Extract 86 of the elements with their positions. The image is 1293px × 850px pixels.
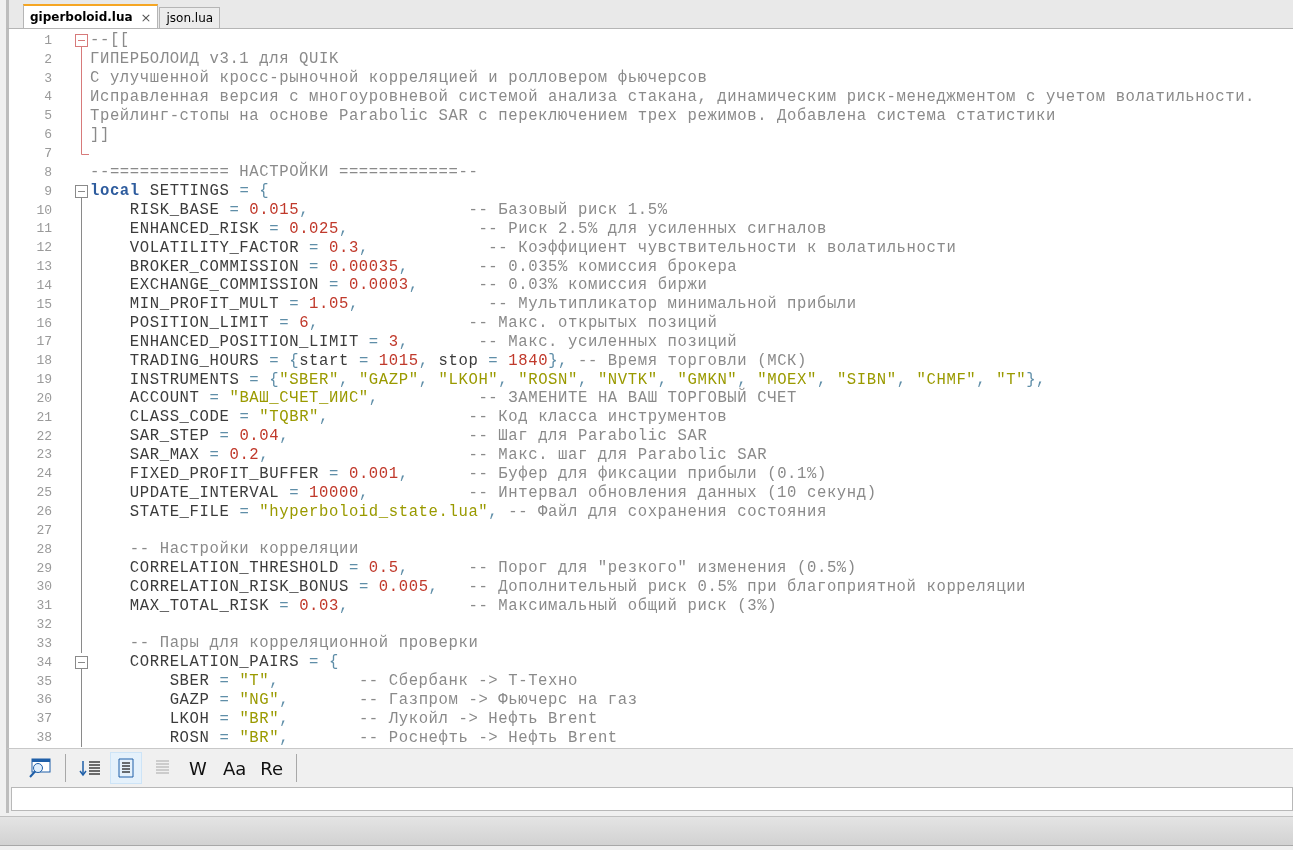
line-number: 29 (35, 560, 53, 576)
option-toggle[interactable]: W (182, 752, 214, 784)
line-number: 34 (35, 654, 53, 670)
code-line: -- Пары для корреляционной проверки (128, 634, 479, 653)
line-number: 25 (35, 485, 53, 501)
code-line: --============ НАСТРОЙКИ ============-- (90, 163, 479, 182)
line-number: 22 (35, 428, 53, 444)
line-number: 18 (35, 353, 53, 369)
line-number: 15 (35, 296, 53, 312)
code-line: ГИПЕРБОЛОИД v3.1 для QUIK (90, 50, 339, 69)
code-line: ROSN = "BR", -- Роснефть -> Нефть Brent (168, 728, 618, 747)
sort-lines-icon (79, 758, 101, 778)
line-number: 9 (43, 183, 53, 199)
code-line: POSITION_LIMIT = 6, -- Макс. открытых позиций (128, 314, 718, 333)
search-field[interactable] (11, 787, 1293, 811)
line-number: 19 (35, 372, 53, 388)
code-line: GAZP = "NG", -- Газпром -> Фьючерс на газ (168, 690, 638, 709)
line-number: 28 (35, 541, 53, 557)
code-line: SAR_STEP = 0.04, -- Шаг для Parabolic SAR (128, 427, 708, 446)
search-icon (28, 756, 52, 780)
line-number: 31 (35, 598, 53, 614)
line-number: 27 (35, 522, 53, 538)
code-line: CORRELATION_RISK_BONUS = 0.005, -- Дополнительный риск 0.5% при благоприятной корреляции (128, 577, 1027, 596)
code-line: LKOH = "BR", -- Лукойл -> Нефть Brent (168, 709, 598, 728)
line-number: 8 (43, 164, 53, 180)
line-number: 4 (43, 89, 53, 105)
line-number: 21 (35, 409, 53, 425)
fold-minus-icon[interactable] (75, 31, 89, 50)
line-number: 10 (35, 202, 53, 218)
code-line: RISK_BASE = 0.015, -- Базовый риск 1.5% (128, 201, 668, 219)
line-number: 35 (35, 673, 53, 689)
line-number: 14 (35, 277, 53, 293)
file-tab[interactable]: json.lua (159, 7, 221, 28)
code-line: VOLATILITY_FACTOR = 0.3, -- Коэффициент чувствительности к волатильности (128, 238, 957, 257)
option-toggle[interactable]: Re (255, 752, 289, 784)
line-number: 30 (35, 579, 53, 595)
code-editor[interactable] (6, 29, 1293, 748)
code-line: ]] (90, 125, 110, 144)
code-line: FIXED_PROFIT_BUFFER = 0.001, -- Буфер для фиксации прибыли (0.1%) (128, 464, 827, 483)
line-number: 2 (43, 51, 53, 67)
code-line: SAR_MAX = 0.2, -- Макс. шаг для Parabolic SAR (128, 446, 768, 464)
line-number: 37 (35, 711, 53, 727)
code-line: MAX_TOTAL_RISK = 0.03, -- Максимальный общий риск (3%) (128, 596, 778, 615)
line-number: 6 (43, 127, 53, 143)
code-line: EXCHANGE_COMMISSION = 0.0003, -- 0.03% комиссия биржи (128, 276, 708, 295)
code-line: Трейлинг-стопы на основе Parabolic SAR с переключением трех режимов. Добавлена система статистики (90, 106, 1056, 125)
close-icon[interactable]: × (140, 9, 152, 25)
code-line: -- Настройки корреляции (128, 540, 359, 559)
line-number: 23 (35, 447, 53, 463)
wrap-lines-icon (115, 757, 137, 779)
file-tab[interactable]: giperboloid.lua × (23, 4, 159, 28)
code-line: --[[ (90, 31, 130, 50)
line-number: 32 (35, 617, 53, 633)
code-line: CORRELATION_THRESHOLD = 0.5, -- Порог для "резкого" изменения (0.5%) (128, 559, 857, 578)
line-number: 16 (35, 315, 53, 331)
code-line: TRADING_HOURS = {start = 1015, stop = 1840}, -- Время торговли (МСК) (128, 351, 808, 370)
line-number: 13 (35, 259, 53, 275)
line-number: 20 (35, 390, 53, 406)
toolbar-button[interactable] (110, 752, 142, 784)
line-number: 36 (35, 692, 53, 708)
code-line: INSTRUMENTS = {"SBER", "GAZP", "LKOH", "ROSN", "NVTK", "GMKN", "MOEX", "SIBN", "CHMF", "T"}, (128, 370, 1047, 389)
code-line: ENHANCED_RISK = 0.025, -- Риск 2.5% для усиленных сигналов (128, 219, 827, 238)
code-line: CORRELATION_PAIRS = { (128, 653, 339, 672)
code-line: CLASS_CODE = "TQBR", -- Код класса инструментов (128, 408, 728, 427)
code-line: ENHANCED_POSITION_LIMIT = 3, -- Макс. усиленных позиций (128, 332, 738, 351)
code-line: Исправленная версия с многоуровневой системой анализа стакана, динамическим риск-менеджментом с учетом волатильности. (90, 87, 1256, 106)
line-number: 38 (35, 730, 53, 746)
code-line: local SETTINGS = { (90, 182, 270, 201)
code-line: С улучшенной кросс-рыночной корреляцией и ролловером фьючерсов (90, 69, 708, 88)
line-number: 17 (35, 334, 53, 350)
code-line: UPDATE_INTERVAL = 10000, -- Интервал обновления данных (10 секунд) (128, 483, 877, 502)
code-line: STATE_FILE = "hyperboloid_state.lua", -- Файл для сохранения состояния (128, 502, 827, 521)
line-number: 1 (43, 32, 53, 48)
line-number: 12 (35, 240, 53, 256)
option-toggle[interactable]: Aa (218, 752, 252, 784)
line-number: 3 (43, 70, 53, 86)
line-number: 5 (43, 108, 53, 124)
line-number: 11 (35, 221, 53, 237)
code-line: MIN_PROFIT_MULT = 1.05, -- Мультипликатор минимальной прибыли (128, 295, 857, 314)
code-line: SBER = "T", -- Сбербанк -> Т-Техно (168, 672, 578, 691)
code-line: BROKER_COMMISSION = 0.00035, -- 0.035% комиссия брокера (128, 257, 738, 276)
line-number: 33 (35, 635, 53, 651)
line-number: 7 (43, 146, 53, 161)
code-line: ACCOUNT = "ВАШ_СЧЕТ_ИИС", -- ЗАМЕНИТЕ НА ВАШ ТОРГОВЫЙ СЧЕТ (128, 389, 798, 408)
line-number: 24 (35, 466, 53, 482)
line-number: 26 (35, 504, 53, 519)
